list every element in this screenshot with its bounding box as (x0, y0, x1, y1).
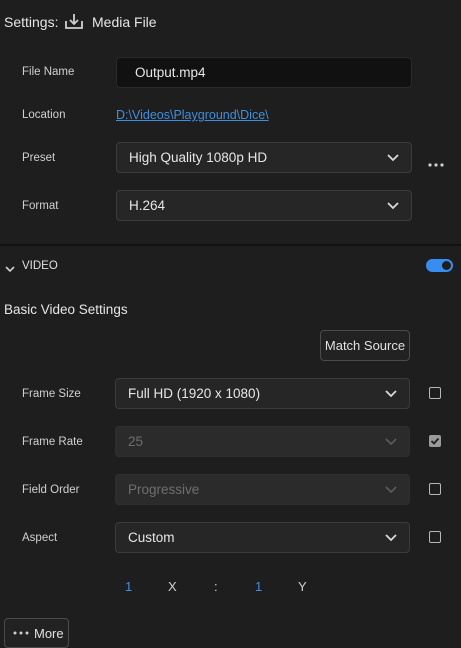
frame-size-checkbox[interactable] (429, 387, 441, 399)
file-name-input[interactable]: Output.mp4 (116, 57, 412, 88)
format-value: H.264 (129, 198, 166, 213)
chevron-down-icon (385, 437, 397, 446)
more-button[interactable]: More (4, 618, 69, 648)
more-horizontal-icon (13, 631, 29, 635)
toggle-knob (442, 261, 451, 270)
section-divider (0, 244, 461, 246)
match-source-button[interactable]: Match Source (320, 330, 410, 361)
destination-label: Media File (92, 14, 157, 30)
preset-dropdown[interactable]: High Quality 1080p HD (116, 142, 412, 173)
frame-rate-checkbox[interactable] (429, 435, 441, 447)
format-label: Format (22, 200, 59, 212)
more-button-label: More (34, 625, 64, 641)
frame-rate-dropdown: 25 (115, 426, 410, 457)
chevron-down-icon[interactable] (5, 261, 15, 276)
frame-size-value: Full HD (1920 x 1080) (128, 386, 261, 401)
aspect-y-value[interactable]: 1 (255, 579, 262, 594)
basic-video-settings-title: Basic Video Settings (4, 302, 128, 317)
video-enable-toggle[interactable] (426, 259, 453, 272)
format-dropdown[interactable]: H.264 (116, 190, 412, 221)
video-section-title: VIDEO (22, 260, 58, 272)
aspect-x-value[interactable]: 1 (125, 579, 132, 594)
chevron-down-icon (387, 201, 399, 210)
field-order-value: Progressive (128, 482, 200, 497)
field-order-label: Field Order (22, 484, 80, 496)
location-label: Location (22, 109, 66, 121)
chevron-down-icon (385, 389, 397, 398)
field-order-dropdown: Progressive (115, 474, 410, 505)
aspect-dropdown[interactable]: Custom (115, 522, 410, 553)
frame-rate-label: Frame Rate (22, 436, 83, 448)
aspect-value: Custom (128, 530, 175, 545)
aspect-separator: : (214, 579, 218, 594)
frame-rate-value: 25 (128, 434, 144, 449)
more-horizontal-icon[interactable] (428, 155, 444, 170)
export-download-icon (65, 12, 83, 33)
settings-label: Settings: (4, 14, 59, 30)
location-link[interactable]: D:\Videos\Playground\Dice\ (116, 108, 269, 122)
frame-size-dropdown[interactable]: Full HD (1920 x 1080) (115, 378, 410, 409)
chevron-down-icon (385, 485, 397, 494)
aspect-y-label: Y (298, 579, 307, 594)
frame-size-label: Frame Size (22, 388, 81, 400)
chevron-down-icon (387, 153, 399, 162)
aspect-x-label: X (168, 579, 177, 594)
field-order-checkbox[interactable] (429, 483, 441, 495)
preset-value: High Quality 1080p HD (129, 150, 268, 165)
preset-label: Preset (22, 152, 56, 164)
aspect-label: Aspect (22, 532, 58, 544)
aspect-checkbox[interactable] (429, 531, 441, 543)
file-name-label: File Name (22, 66, 75, 78)
chevron-down-icon (385, 533, 397, 542)
